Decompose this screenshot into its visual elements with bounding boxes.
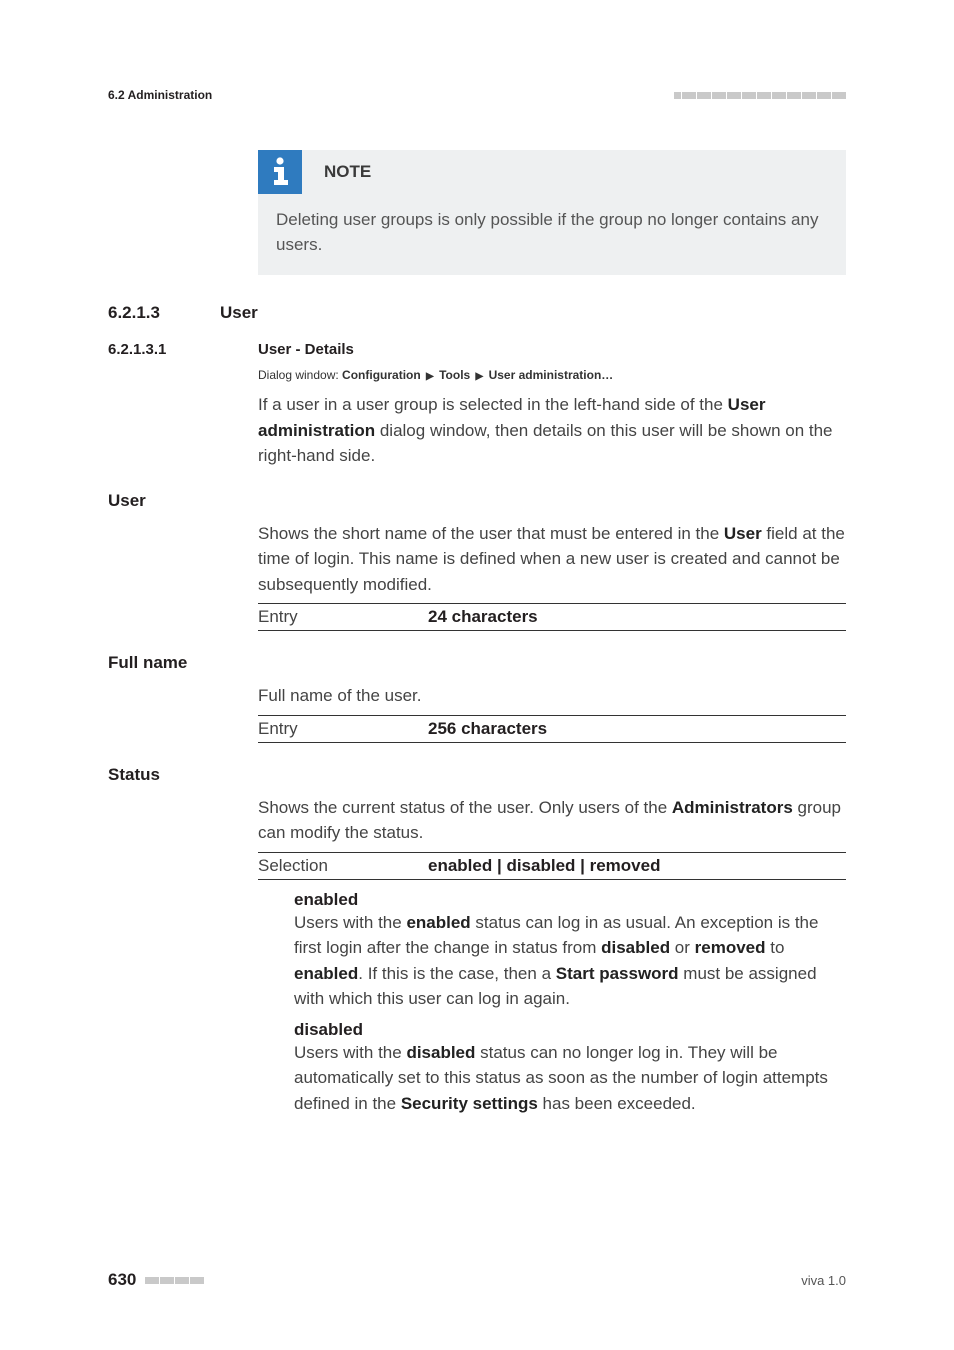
note-title: NOTE: [324, 162, 371, 182]
subsection-title: User - Details: [258, 341, 354, 358]
info-icon: [258, 150, 302, 194]
en-t5: . If this is the case, then a: [358, 964, 556, 983]
dialog-p2: Tools: [439, 368, 470, 382]
user-b1: User: [724, 524, 762, 543]
fullname-entry-value: 256 characters: [428, 719, 547, 739]
user-entry-row: Entry 24 characters: [258, 603, 846, 631]
header-section-ref: 6.2 Administration: [108, 88, 212, 102]
en-t3: or: [670, 938, 695, 957]
note-box: NOTE Deleting user groups is only possib…: [258, 150, 846, 275]
fullname-entry-label: Entry: [258, 719, 428, 739]
enabled-title: enabled: [294, 890, 846, 910]
user-entry-label: Entry: [258, 607, 428, 627]
en-b1: enabled: [406, 913, 470, 932]
triangle-icon: ▶: [476, 371, 484, 382]
dis-b1: disabled: [406, 1043, 475, 1062]
en-t4: to: [766, 938, 785, 957]
user-entry-value: 24 characters: [428, 607, 538, 627]
section-title: User: [220, 303, 258, 323]
dialog-p1: Configuration: [342, 368, 421, 382]
footer-version: viva 1.0: [801, 1273, 846, 1288]
dialog-path: Dialog window: Configuration ▶ Tools ▶ U…: [258, 368, 846, 382]
fullname-desc: Full name of the user.: [258, 683, 846, 709]
enabled-definition: enabled Users with the enabled status ca…: [294, 890, 846, 1117]
en-b3: removed: [695, 938, 766, 957]
user-field-label: User: [108, 491, 846, 511]
section-heading: 6.2.1.3 User: [108, 303, 846, 323]
disabled-body: Users with the disabled status can no lo…: [294, 1040, 846, 1117]
footer-decoration: [144, 1277, 204, 1284]
status-sel-value: enabled | disabled | removed: [428, 856, 660, 876]
status-selection-row: Selection enabled | disabled | removed: [258, 852, 846, 880]
user-field-desc: Shows the short name of the user that mu…: [258, 521, 846, 598]
dis-b2: Security settings: [401, 1094, 538, 1113]
triangle-icon: ▶: [426, 371, 434, 382]
subsection-number: 6.2.1.3.1: [108, 341, 258, 358]
intro-text: If a user in a user group is selected in…: [258, 392, 846, 469]
page-footer: 630 viva 1.0: [108, 1270, 846, 1290]
user-t1: Shows the short name of the user that mu…: [258, 524, 724, 543]
en-b5: Start password: [556, 964, 679, 983]
en-b4: enabled: [294, 964, 358, 983]
footer-page-number: 630: [108, 1270, 136, 1290]
dis-t1: Users with the: [294, 1043, 406, 1062]
fullname-field-label: Full name: [108, 653, 846, 673]
intro-t1: If a user in a user group is selected in…: [258, 395, 728, 414]
page-header: 6.2 Administration: [108, 88, 846, 102]
dis-t3: has been exceeded.: [538, 1094, 696, 1113]
en-t1: Users with the: [294, 913, 406, 932]
dialog-label: Dialog window:: [258, 368, 342, 382]
en-b2: disabled: [601, 938, 670, 957]
dialog-p3: User administration…: [489, 368, 614, 382]
note-body: Deleting user groups is only possible if…: [276, 208, 828, 257]
status-b1: Administrators: [672, 798, 793, 817]
disabled-title: disabled: [294, 1020, 846, 1040]
status-desc: Shows the current status of the user. On…: [258, 795, 846, 846]
status-sel-label: Selection: [258, 856, 428, 876]
status-t1: Shows the current status of the user. On…: [258, 798, 672, 817]
status-field-label: Status: [108, 765, 846, 785]
subsection-heading: 6.2.1.3.1 User - Details: [108, 341, 846, 358]
enabled-body: Users with the enabled status can log in…: [294, 910, 846, 1012]
section-number: 6.2.1.3: [108, 303, 220, 323]
fullname-entry-row: Entry 256 characters: [258, 715, 846, 743]
header-decoration: [674, 92, 847, 99]
